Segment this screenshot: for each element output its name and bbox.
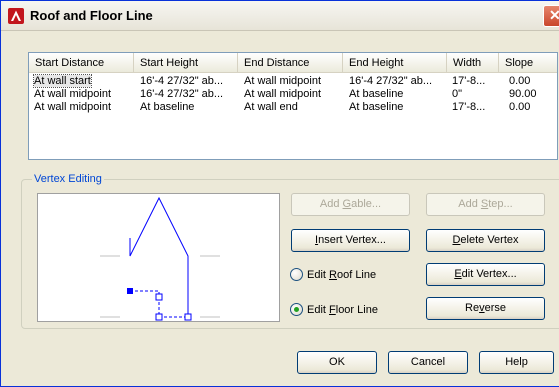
add-step-button[interactable]: Add Step... (426, 193, 545, 216)
edit-floor-line-radio[interactable]: Edit Floor Line (290, 302, 400, 318)
cell-start-distance: At wall start (33, 74, 92, 88)
table-header: Start Distance Start Height End Distance… (29, 53, 557, 73)
column-header-slope[interactable]: Slope (499, 53, 557, 73)
edit-floor-line-label: Edit Floor Line (307, 303, 378, 317)
cell-end-distance: At wall midpoint (244, 88, 322, 100)
table-row[interactable]: At wall midpoint 16'-4 27/32" ab... At w… (29, 88, 557, 100)
cell-width: 17'-8... (452, 101, 486, 113)
edit-floor-line-text-rest: loor Line (335, 304, 378, 316)
vertex-marker (155, 313, 163, 321)
cell-start-height: 16'-4 27/32" ab... (140, 75, 224, 87)
insert-vertex-label-rest: nsert Vertex... (318, 234, 386, 246)
cell-start-distance: At wall midpoint (34, 101, 112, 113)
edit-roof-line-accel: R (329, 269, 337, 281)
reverse-label: Re (465, 302, 480, 314)
add-step-label-rest: tep... (488, 198, 513, 210)
roof-floor-line-dialog: Roof and Floor Line ✕ Start Distance Sta… (0, 0, 559, 387)
cell-slope: 0.00 (509, 101, 531, 113)
cell-end-height: At baseline (349, 88, 404, 100)
autocad-app-icon (8, 8, 24, 24)
ok-button[interactable]: OK (297, 351, 377, 374)
reverse-button[interactable]: Reverse (426, 297, 545, 320)
profile-preview (37, 193, 280, 322)
column-header-end-height[interactable]: End Height (343, 53, 447, 73)
reverse-label-rest: erse (484, 302, 506, 314)
cell-width: 17'-8... (452, 75, 486, 87)
cell-width: 0" (452, 88, 463, 100)
add-gable-label-rest: able... (351, 198, 382, 210)
profile-preview-drawing (100, 196, 220, 321)
cell-start-distance: At wall midpoint (34, 88, 112, 100)
floor-line-start-marker (127, 288, 133, 294)
cell-slope: 90.00 (509, 88, 537, 100)
edit-floor-line-accel: F (329, 304, 336, 316)
insert-vertex-button[interactable]: Insert Vertex... (291, 229, 410, 252)
edit-roof-line-text-rest: oof Line (336, 269, 377, 281)
add-step-label: Add (458, 198, 481, 210)
edit-floor-line-radio-indicator[interactable] (290, 303, 303, 316)
cell-end-height: 16'-4 27/32" ab... (349, 75, 433, 87)
cancel-button[interactable]: Cancel (388, 351, 468, 374)
edit-roof-line-radio-indicator[interactable] (290, 268, 303, 281)
vertex-marker (155, 293, 163, 301)
help-button[interactable]: Help (479, 351, 554, 374)
edit-vertex-label-rest: dit Vertex... (461, 268, 517, 280)
window-title: Roof and Floor Line (30, 8, 153, 23)
delete-vertex-button[interactable]: Delete Vertex (426, 229, 545, 252)
column-header-start-distance[interactable]: Start Distance (29, 53, 134, 73)
add-gable-accel: G (342, 198, 352, 210)
table-row[interactable]: At wall start 16'-4 27/32" ab... At wall… (29, 74, 557, 88)
cell-start-height: At baseline (140, 101, 195, 113)
cell-slope: 0.00 (509, 75, 531, 87)
edit-vertex-accel: E (454, 268, 462, 280)
edit-roof-line-text: Edit (307, 269, 330, 281)
segments-table[interactable]: Start Distance Start Height End Distance… (28, 52, 558, 160)
column-header-width[interactable]: Width (447, 53, 499, 73)
edit-roof-line-label: Edit Roof Line (307, 268, 376, 282)
close-button[interactable]: ✕ (543, 5, 559, 27)
column-header-start-height[interactable]: Start Height (134, 53, 238, 73)
delete-vertex-label-rest: elete Vertex (460, 234, 519, 246)
cell-start-height: 16'-4 27/32" ab... (140, 88, 224, 100)
cell-end-distance: At wall end (244, 101, 298, 113)
vertex-editing-label: Vertex Editing (32, 173, 104, 185)
edit-vertex-button[interactable]: Edit Vertex... (426, 263, 545, 286)
cell-end-height: At baseline (349, 101, 404, 113)
table-row[interactable]: At wall midpoint At baseline At wall end… (29, 101, 557, 113)
cell-end-distance: At wall midpoint (244, 75, 322, 87)
edit-floor-line-text: Edit (307, 304, 330, 316)
edit-roof-line-radio[interactable]: Edit Roof Line (290, 267, 400, 283)
add-gable-button[interactable]: Add Gable... (291, 193, 410, 216)
column-header-end-distance[interactable]: End Distance (238, 53, 343, 73)
vertex-marker (184, 313, 192, 321)
add-gable-label: Add (319, 198, 343, 210)
close-icon: ✕ (549, 7, 559, 23)
title-bar[interactable]: Roof and Floor Line ✕ (1, 1, 559, 31)
